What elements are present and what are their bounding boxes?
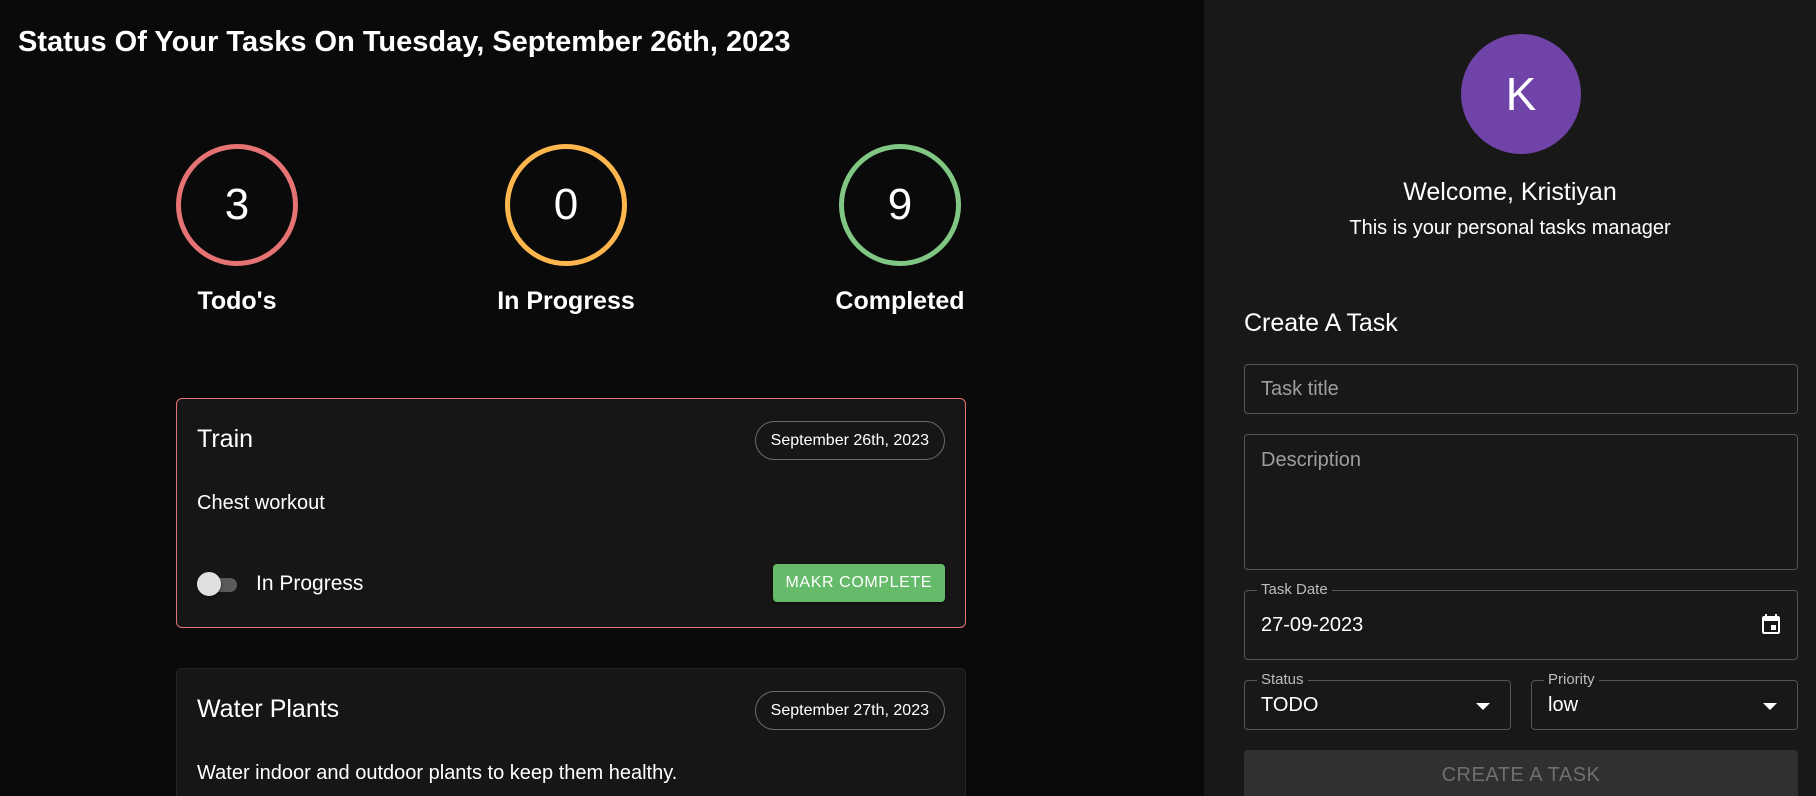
priority-select[interactable]: Priority low — [1531, 671, 1798, 730]
task-date-field[interactable]: Task Date 27-09-2023 — [1244, 581, 1798, 660]
stat-label-todos: Todo's — [197, 287, 277, 315]
task-card: Water Plants September 27th, 2023 Water … — [176, 668, 966, 796]
task-date-value: 27-09-2023 — [1261, 614, 1364, 636]
task-description: Water indoor and outdoor plants to keep … — [197, 762, 678, 784]
toggle-label: In Progress — [256, 572, 364, 595]
create-task-heading: Create A Task — [1244, 309, 1398, 337]
stat-label-completed: Completed — [835, 287, 965, 315]
task-description: Chest workout — [197, 492, 325, 514]
stat-ring-todos: 3 — [176, 144, 298, 266]
task-date-chip: September 26th, 2023 — [754, 421, 945, 460]
task-date-label: Task Date — [1257, 581, 1332, 598]
create-task-button[interactable]: CREATE A TASK — [1244, 750, 1798, 796]
task-title: Train — [197, 425, 254, 453]
sidebar: K Welcome, Kristiyan This is your person… — [1204, 0, 1816, 796]
priority-value: low — [1548, 694, 1579, 716]
page: Status Of Your Tasks On Tuesday, Septemb… — [0, 0, 1816, 796]
page-title: Status Of Your Tasks On Tuesday, Septemb… — [18, 26, 791, 58]
chevron-down-icon — [1476, 703, 1490, 710]
stat-ring-in-progress: 0 — [505, 144, 627, 266]
task-date-chip: September 27th, 2023 — [754, 691, 945, 730]
status-label: Status — [1257, 671, 1308, 688]
welcome-text: Welcome, Kristiyan — [1403, 178, 1617, 206]
stat-todos: 3 Todo's — [137, 144, 337, 316]
task-title-placeholder: Task title — [1261, 378, 1339, 400]
task-title: Water Plants — [197, 695, 340, 723]
chevron-down-icon — [1763, 703, 1777, 710]
description-placeholder: Description — [1261, 449, 1362, 471]
status-value: TODO — [1261, 694, 1319, 716]
stat-in-progress: 0 In Progress — [466, 144, 666, 316]
mark-complete-button[interactable]: MAKR COMPLETE — [772, 564, 945, 602]
stat-ring-completed: 9 — [839, 144, 961, 266]
stat-label-in-progress: In Progress — [497, 287, 635, 315]
priority-label: Priority — [1544, 671, 1599, 688]
task-title-input[interactable]: Task title — [1244, 364, 1798, 414]
task-card: Train September 26th, 2023 Chest workout… — [176, 398, 966, 628]
welcome-subtitle: This is your personal tasks manager — [1349, 217, 1671, 239]
description-textarea[interactable]: Description — [1244, 434, 1798, 570]
in-progress-toggle[interactable] — [197, 571, 243, 597]
avatar: K — [1461, 34, 1581, 154]
calendar-icon[interactable] — [1759, 613, 1783, 637]
stat-completed: 9 Completed — [800, 144, 1000, 316]
toggle-thumb — [197, 572, 221, 596]
main-panel: Status Of Your Tasks On Tuesday, Septemb… — [0, 0, 1204, 796]
status-select[interactable]: Status TODO — [1244, 671, 1511, 730]
